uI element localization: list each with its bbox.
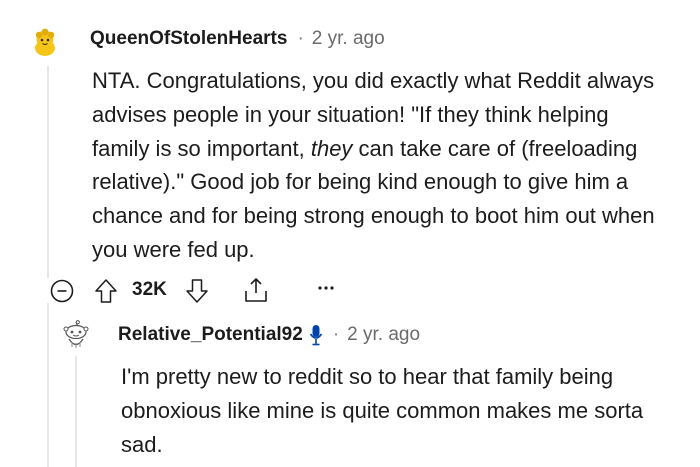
downvote-icon[interactable] — [185, 278, 209, 304]
reply-body: I'm pretty new to reddit so to hear that… — [121, 364, 644, 457]
comment-action-bar: 32K — [46, 276, 366, 306]
snoo-avatar-icon — [63, 320, 89, 348]
avatar[interactable] — [30, 26, 60, 56]
meta-separator: · — [297, 28, 304, 49]
thread-line[interactable] — [47, 303, 49, 467]
thread-line[interactable] — [47, 66, 49, 278]
reply-avatar[interactable] — [62, 320, 90, 350]
upvote-icon[interactable] — [94, 278, 118, 304]
comment-timestamp[interactable]: 2 yr. ago — [312, 28, 385, 50]
reply-thread-line[interactable] — [75, 356, 77, 467]
snoo-avatar-icon — [30, 26, 60, 56]
microphone-icon — [309, 324, 323, 346]
reply-timestamp[interactable]: 2 yr. ago — [347, 324, 420, 346]
collapse-icon[interactable] — [50, 279, 74, 303]
comment-username[interactable]: QueenOfStolenHearts — [90, 28, 287, 50]
more-icon[interactable] — [318, 285, 334, 291]
vote-score: 32K — [132, 279, 167, 300]
comment-meta: QueenOfStolenHearts · 2 yr. ago — [90, 27, 385, 51]
comment-body: NTA. Congratulations, you did exactly wh… — [92, 64, 672, 267]
reply-meta: Relative_Potential92 · 2 yr. ago — [118, 323, 420, 347]
share-icon[interactable] — [243, 276, 269, 304]
meta-separator: · — [332, 324, 340, 345]
comment-body-emphasis: they — [310, 135, 353, 161]
reply-username[interactable]: Relative_Potential92 — [118, 324, 303, 346]
